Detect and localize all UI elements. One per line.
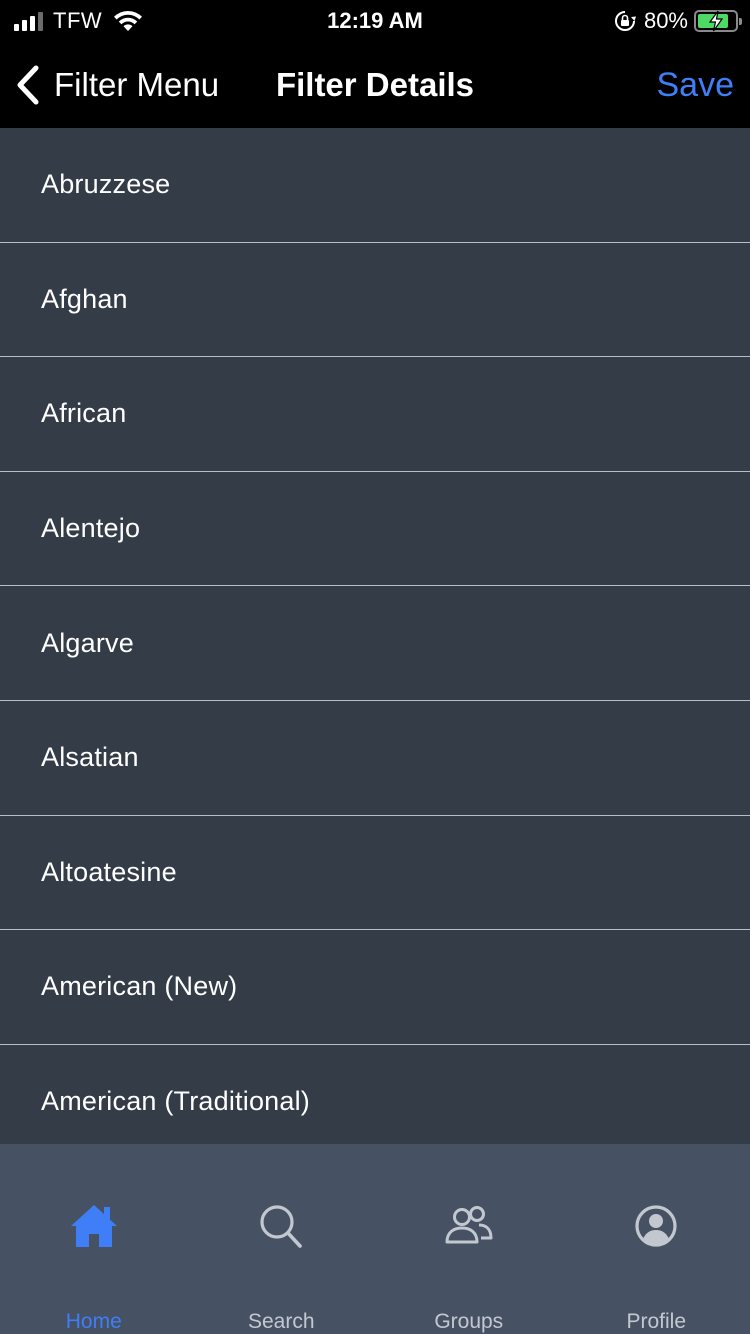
battery-icon <box>694 10 742 32</box>
tab-search[interactable]: Search <box>188 1144 376 1334</box>
list-item-label: Algarve <box>41 627 134 658</box>
search-icon <box>260 1205 303 1248</box>
tab-groups-label: Groups <box>434 1310 504 1333</box>
list-item-label: Afghan <box>41 283 128 314</box>
list-item[interactable]: Abruzzese <box>0 128 750 243</box>
list-item[interactable]: Alentejo <box>0 472 750 587</box>
battery-nub <box>739 18 742 25</box>
tab-home-label: Home <box>65 1310 122 1333</box>
list-item[interactable]: Algarve <box>0 586 750 701</box>
groups-icon <box>445 1206 493 1244</box>
list-item-label: African <box>41 398 127 429</box>
status-right: 80% <box>614 6 742 36</box>
screen: TFW 12:19 AM 80% Filter Menu Filter Deta… <box>0 0 750 1334</box>
tab-profile-label: Profile <box>626 1310 687 1333</box>
list-item[interactable]: African <box>0 357 750 472</box>
list-item-label: Altoatesine <box>41 856 177 887</box>
tab-bar: Home Search Groups Profile <box>0 1144 750 1334</box>
tab-groups[interactable]: Groups <box>375 1144 563 1334</box>
tab-profile[interactable]: Profile <box>563 1144 750 1334</box>
home-icon <box>70 1205 117 1247</box>
tab-home[interactable]: Home <box>0 1144 188 1334</box>
list-item-label: American (Traditional) <box>41 1086 310 1117</box>
list-item[interactable]: Altoatesine <box>0 816 750 931</box>
save-button[interactable]: Save <box>657 42 735 128</box>
profile-icon <box>635 1205 677 1247</box>
filter-options-list[interactable]: Abruzzese Afghan African Alentejo Algarv… <box>0 128 750 1144</box>
page-title: Filter Details <box>275 66 475 103</box>
list-item[interactable]: Afghan <box>0 243 750 358</box>
list-item-label: American (New) <box>41 971 238 1002</box>
list-item[interactable]: American (Traditional) <box>0 1045 750 1144</box>
charging-bolt-icon <box>708 10 724 32</box>
list-item-label: Abruzzese <box>41 169 171 200</box>
rotation-lock-icon <box>614 11 636 31</box>
list-item-label: Alentejo <box>41 513 141 544</box>
status-bar: TFW 12:19 AM 80% <box>0 0 750 42</box>
list-item-label: Alsatian <box>41 742 139 773</box>
list-item[interactable]: Alsatian <box>0 701 750 816</box>
tab-search-label: Search <box>247 1310 315 1333</box>
list-item[interactable]: American (New) <box>0 930 750 1045</box>
battery-percent: 80% <box>643 8 688 33</box>
navigation-bar: Filter Menu Filter Details Save <box>0 42 750 128</box>
